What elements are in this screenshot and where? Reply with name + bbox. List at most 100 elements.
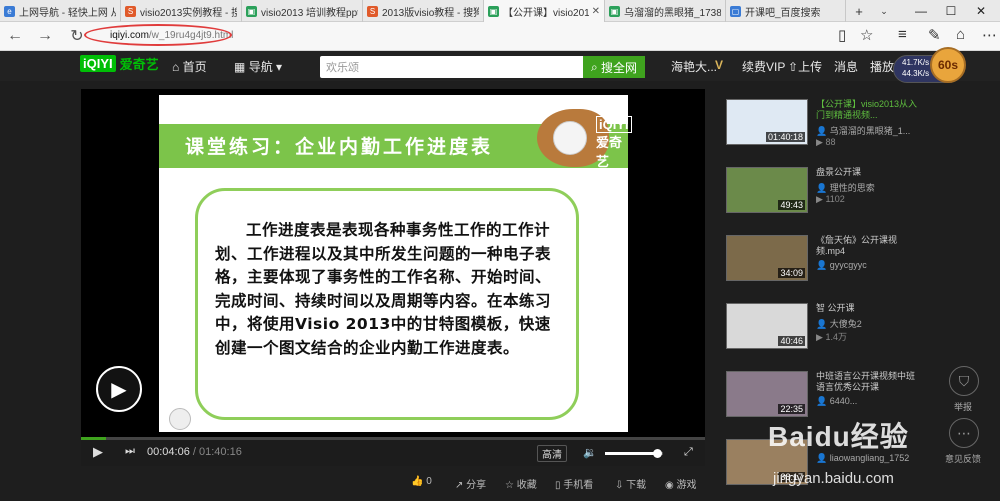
mobile-watch-button[interactable]: ▯ 手机看: [555, 476, 593, 491]
search-button[interactable]: ⌕ 搜全网: [583, 56, 645, 78]
grid-icon: ▦: [234, 60, 246, 74]
share-button[interactable]: ↗ 分享: [455, 476, 486, 491]
star-icon: ☆: [505, 480, 514, 491]
view-count: ▶ 1102: [816, 194, 845, 205]
browser-tab[interactable]: ▣ visio2013 培训教程ppt-爱: [242, 0, 363, 22]
list-item[interactable]: 49:43 盘景公开课 👤 理性的思索 ▶ 1102: [726, 167, 923, 227]
play-icon[interactable]: ▶: [93, 444, 103, 460]
search-input[interactable]: 欢乐颂: [320, 56, 583, 78]
slide-body-text: 工作进度表是表现各种事务性工作的工作计划、工作进程以及其中所发生问题的一种电子表…: [215, 221, 552, 357]
speed-badge[interactable]: 60s: [930, 47, 966, 83]
total-time: 01:40:16: [199, 446, 242, 458]
video-duration: 34:09: [778, 268, 805, 278]
video-title[interactable]: 中班语言公开课视频中班语言优秀公开课: [816, 371, 923, 393]
more-menu-icon[interactable]: ⋯: [982, 26, 997, 44]
video-title[interactable]: 盘景公开课: [816, 167, 923, 178]
iqiyi-watermark: iQIYI 爱奇艺: [596, 116, 635, 170]
tab-list-chevron-icon[interactable]: ⌄: [872, 0, 896, 22]
report-label[interactable]: 举报: [933, 400, 993, 413]
video-thumbnail[interactable]: 49:43: [726, 167, 808, 213]
list-item[interactable]: 34:09 《詹天佑》公开课视频.mp4 👤 gyycgyyc: [726, 235, 923, 295]
iqiyi-favicon-icon: ▣: [488, 5, 499, 17]
video-thumbnail[interactable]: 34:09: [726, 235, 808, 281]
video-title[interactable]: 【公开课】visio2013从入门到精通视频...: [816, 99, 923, 121]
games-button[interactable]: ◉ 游戏: [665, 476, 697, 491]
video-title[interactable]: 智 公开课: [816, 303, 923, 314]
view-count: ▶ 88: [816, 137, 835, 148]
close-window-icon[interactable]: ✕: [966, 0, 996, 22]
home-link[interactable]: ⌂ 首页: [172, 58, 207, 75]
maximize-icon[interactable]: ☐: [936, 0, 966, 22]
video-duration: 40:46: [778, 336, 805, 346]
list-item[interactable]: 01:40:18 【公开课】visio2013从入门到精通视频... 👤 乌溜溜…: [726, 99, 923, 159]
report-shield-icon[interactable]: ⛉: [949, 366, 979, 396]
site-favicon-icon: e: [4, 5, 15, 17]
next-episode-icon[interactable]: ⏭: [125, 445, 135, 458]
upload-speed: 41.7K/s: [902, 58, 930, 67]
baidu-watermark: Baidu经验: [768, 421, 909, 452]
web-note-icon[interactable]: ✎: [928, 26, 941, 44]
quality-button[interactable]: 高清: [537, 445, 567, 462]
video-duration: 49:43: [778, 200, 805, 210]
share-icon[interactable]: ⌂: [956, 26, 965, 43]
right-rail: ⛉ 举报 ⋯ 意见反馈: [933, 360, 993, 470]
browser-tab[interactable]: ▢ 开课吧_百度搜索: [726, 0, 846, 22]
vip-icon: V: [715, 58, 724, 72]
like-button[interactable]: 👍 0: [411, 476, 432, 487]
uploader[interactable]: 👤 大傻兔2: [816, 317, 862, 330]
uploader-name: 6440...: [829, 396, 858, 406]
upload-link[interactable]: ⇧上传: [788, 58, 822, 75]
home-label: 首页: [182, 60, 207, 74]
tab-label: visio2013实例教程 - 搜狗: [140, 7, 237, 19]
volume-icon[interactable]: 🔉: [583, 446, 597, 459]
uploader[interactable]: 👤 乌溜溜的黑眼猪_1...: [816, 124, 910, 137]
play-history-link[interactable]: 播放: [870, 58, 894, 75]
user-icon: 👤: [816, 319, 828, 329]
uploader-name: 大傻兔2: [829, 319, 862, 329]
minimize-icon[interactable]: —: [906, 0, 936, 22]
back-arrow-icon[interactable]: ←: [4, 26, 26, 46]
close-tab-icon[interactable]: ✕: [592, 6, 600, 17]
new-tab-button[interactable]: +: [846, 0, 872, 22]
play-count-icon: ▶: [816, 332, 823, 342]
iqiyi-logo[interactable]: iQIYI 爱奇艺: [80, 54, 159, 73]
uploader[interactable]: 👤 gyycgyyc: [816, 260, 867, 271]
baseball-corner-image: [169, 408, 191, 430]
list-item[interactable]: 40:46 智 公开课 👤 大傻兔2 ▶ 1.4万: [726, 303, 923, 363]
user-icon: 👤: [816, 396, 828, 406]
reading-view-icon[interactable]: ▯: [838, 26, 846, 44]
user-icon: 👤: [816, 260, 828, 270]
browser-tab[interactable]: Svisio2013实例教程 - 搜狗: [121, 0, 242, 22]
favorite-button[interactable]: ☆ 收藏: [505, 476, 537, 491]
forward-arrow-icon[interactable]: →: [34, 26, 56, 46]
play-overlay-button[interactable]: ▶: [96, 366, 142, 412]
iqiyi-favicon-icon: ▣: [609, 5, 620, 17]
browser-tab[interactable]: ▣ 乌溜溜的黑眼猪_1738的漫: [605, 0, 726, 22]
browser-tab[interactable]: S 2013版visio教程 - 搜狗搜: [363, 0, 484, 22]
fullscreen-icon[interactable]: ⤢: [684, 446, 693, 459]
download-icon: ⇩: [615, 480, 624, 491]
gamepad-icon: ◉: [665, 480, 674, 491]
video-thumbnail[interactable]: 40:46: [726, 303, 808, 349]
uploader[interactable]: 👤 理性的思索: [816, 181, 875, 194]
search-icon: ⌕: [590, 59, 598, 74]
download-button[interactable]: ⇩ 下载: [615, 476, 646, 491]
video-title[interactable]: 《詹天佑》公开课视频.mp4: [816, 235, 923, 257]
uploader[interactable]: 👤 6440...: [816, 396, 857, 407]
nav-menu-button[interactable]: ▦ 导航 ▾: [234, 58, 282, 75]
favorite-star-icon[interactable]: ☆: [860, 26, 873, 44]
browser-tab-active[interactable]: ▣ 【公开课】visio2013从✕: [484, 0, 605, 22]
video-thumbnail[interactable]: 22:35: [726, 371, 808, 417]
video-thumbnail[interactable]: 01:40:18: [726, 99, 808, 145]
renew-vip-link[interactable]: 续费VIP: [742, 58, 785, 75]
messages-link[interactable]: 消息: [834, 58, 858, 75]
views: 1102: [825, 194, 845, 204]
browser-tab[interactable]: e 上网导航 - 轻快上网 从这: [0, 0, 121, 22]
user-link[interactable]: 海艳大...: [671, 58, 717, 75]
feedback-label[interactable]: 意见反馈: [933, 452, 993, 465]
hub-menu-icon[interactable]: ≡: [898, 26, 907, 43]
volume-slider[interactable]: [605, 449, 663, 458]
uploader-name: gyycgyyc: [829, 260, 867, 270]
sogou-favicon-icon: S: [367, 5, 378, 17]
feedback-icon[interactable]: ⋯: [949, 418, 979, 448]
